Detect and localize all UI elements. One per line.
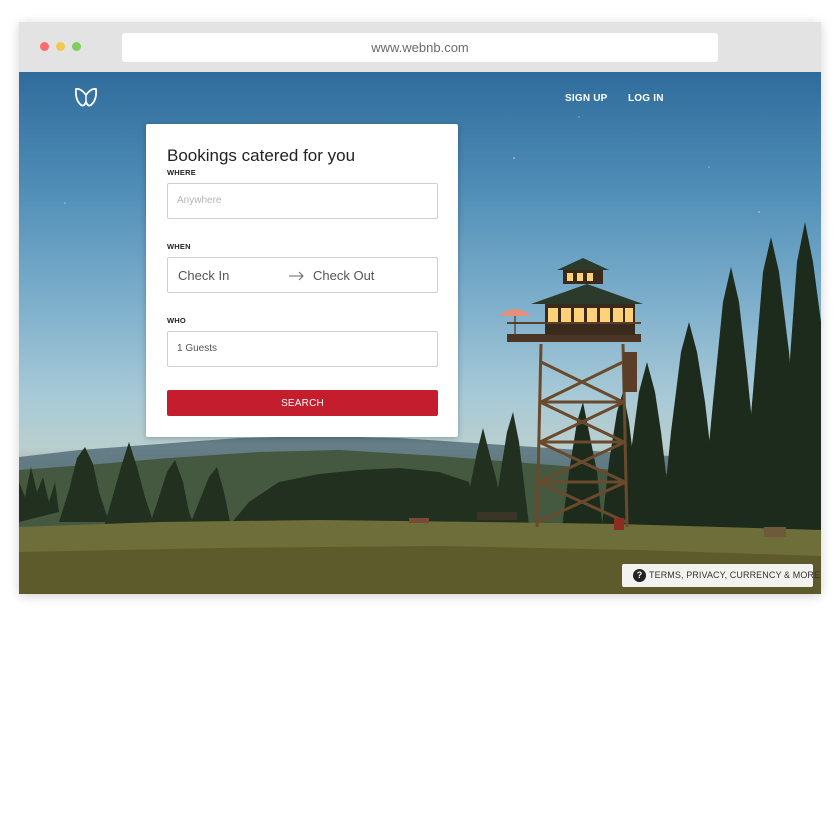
check-out-field[interactable]: Check Out (313, 268, 374, 283)
where-input[interactable] (168, 184, 417, 216)
booking-title: Bookings catered for you (167, 146, 356, 165)
sign-up-link[interactable]: SIGN UP (565, 93, 608, 104)
browser-toolbar: www.webnb.com (19, 22, 821, 72)
date-range-field[interactable]: Check In Check Out (167, 257, 438, 293)
who-label: WHO (167, 316, 186, 325)
where-field[interactable] (167, 183, 438, 219)
webnb-logo-icon[interactable] (73, 86, 99, 108)
booking-card: Bookings catered for you WHERE WHEN Chec… (146, 124, 458, 437)
log-in-link[interactable]: LOG IN (628, 93, 664, 104)
maximize-window-button[interactable] (72, 42, 81, 51)
check-in-field[interactable]: Check In (178, 268, 229, 283)
footer-links-text: TERMS, PRIVACY, CURRENCY & MORE (649, 570, 821, 580)
guests-input[interactable] (168, 332, 417, 364)
guests-field[interactable] (167, 331, 438, 367)
address-bar[interactable]: www.webnb.com (122, 33, 718, 62)
where-label: WHERE (167, 168, 196, 177)
browser-window: www.webnb.com SIGN UP LOG IN Bookings ca… (19, 22, 821, 594)
search-button[interactable]: SEARCH (167, 390, 438, 416)
hero-section: SIGN UP LOG IN Bookings catered for you … (19, 72, 821, 594)
question-circle-icon: ? (633, 569, 646, 582)
when-label: WHEN (167, 242, 191, 251)
close-window-button[interactable] (40, 42, 49, 51)
minimize-window-button[interactable] (56, 42, 65, 51)
arrow-right-icon (289, 271, 304, 281)
footer-links-button[interactable]: ? TERMS, PRIVACY, CURRENCY & MORE (622, 564, 820, 587)
